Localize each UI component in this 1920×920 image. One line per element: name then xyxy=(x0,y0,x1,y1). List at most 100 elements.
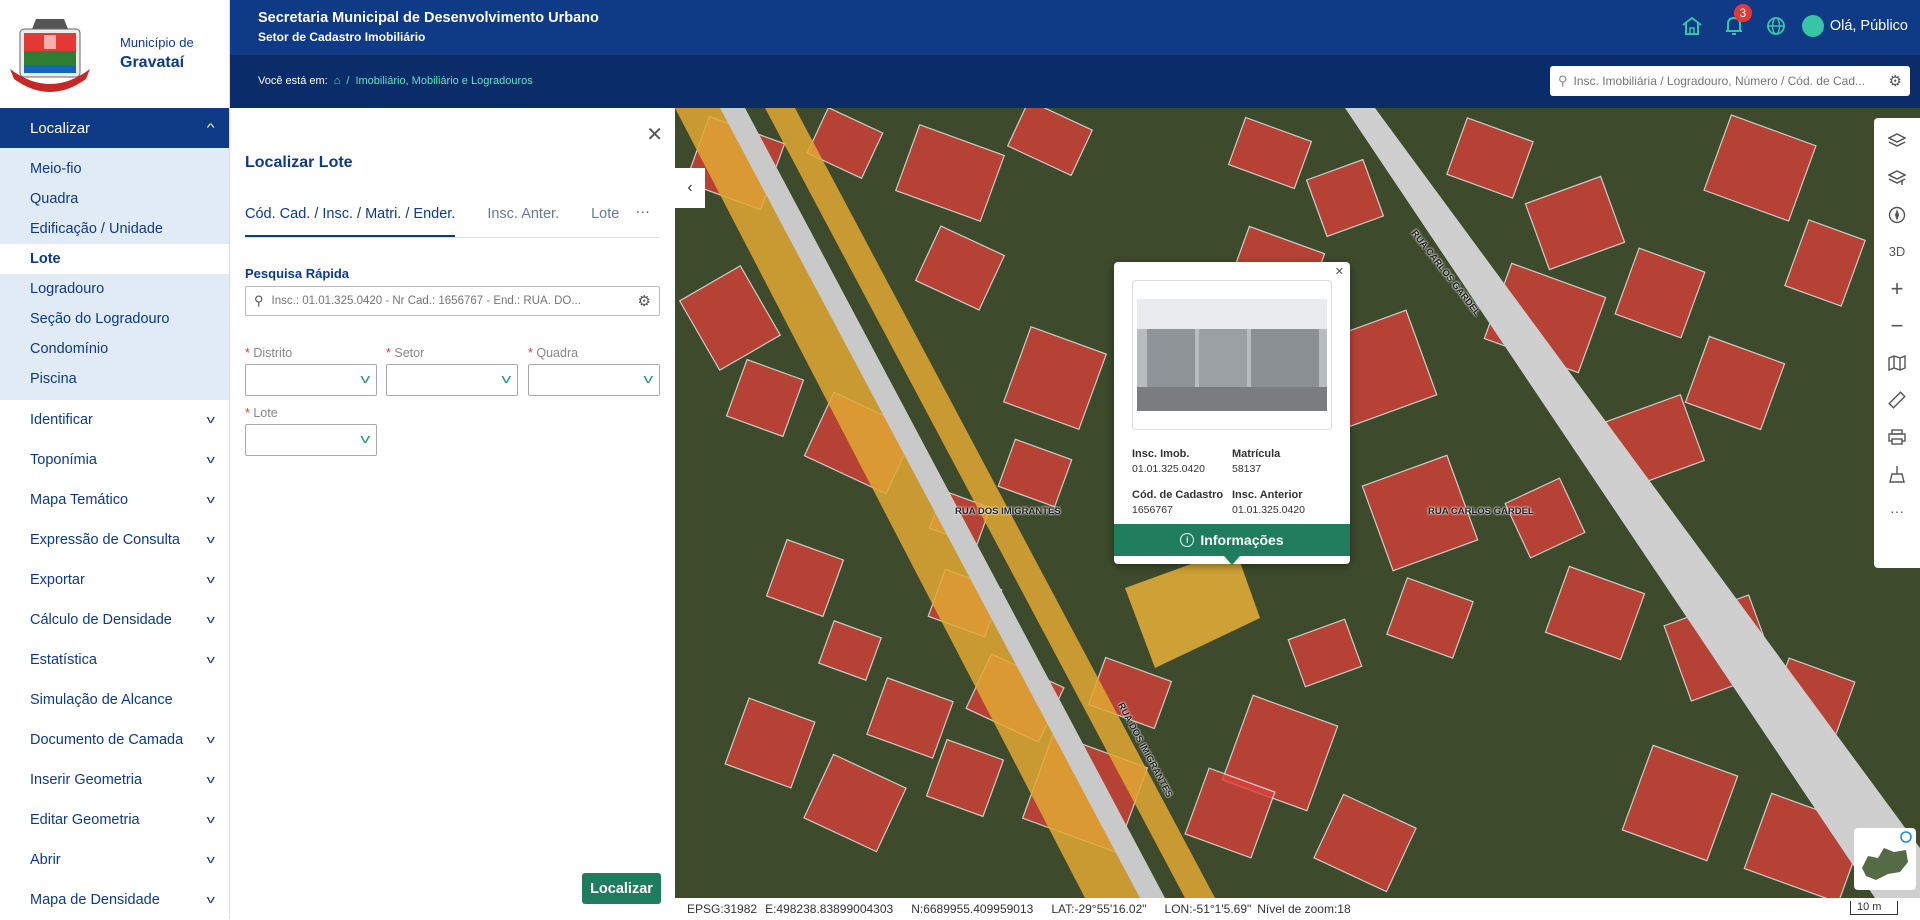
sidebar-item[interactable]: Abrir v xyxy=(0,840,229,880)
search-input[interactable] xyxy=(1573,74,1889,88)
map-view[interactable]: RUA DOS IMIGRANTES RUA DOS IMIGRANTES RU… xyxy=(675,108,1920,898)
setor-select[interactable]: v xyxy=(386,364,518,396)
zoom-out-icon[interactable]: − xyxy=(1874,307,1920,344)
broom-icon[interactable] xyxy=(1874,455,1920,492)
zoom-in-icon[interactable]: + xyxy=(1874,270,1920,307)
search-icon: ⚲ xyxy=(1558,73,1568,88)
breadcrumb: Você está em: ⌂ / Imobiliário, Mobiliári… xyxy=(258,75,533,87)
sidebar-item-label: Exportar xyxy=(30,572,85,588)
setor-label: * Setor xyxy=(386,346,425,360)
sidebar-item[interactable]: Toponímia v xyxy=(0,440,229,480)
insc-imob-value: 01.01.325.0420 xyxy=(1132,463,1205,475)
municipality-name: Gravataí xyxy=(120,53,185,71)
quick-search-input[interactable] xyxy=(271,295,638,307)
header-subtitle: Setor de Cadastro Imobiliário xyxy=(258,30,426,44)
compass-icon[interactable] xyxy=(1874,196,1920,233)
distrito-label: * Distrito xyxy=(245,346,293,360)
sidebar-item-label: Inserir Geometria xyxy=(30,772,143,788)
sidebar-item[interactable]: Editar Geometria v xyxy=(0,800,229,840)
sidebar-item[interactable]: Documento de Camada v xyxy=(0,720,229,760)
sidebar-item-label: Simulação de Alcance xyxy=(30,692,173,708)
municipality-logo[interactable] xyxy=(6,13,94,95)
sidebar-subitem[interactable]: Edificação / Unidade xyxy=(0,214,229,244)
sidebar-subitem[interactable]: Quadra xyxy=(0,184,229,214)
street-label: RUA DOS IMIGRANTES xyxy=(955,506,1061,517)
gear-icon[interactable]: ⚙ xyxy=(638,292,651,310)
sidebar-item[interactable]: Mapa Temático v xyxy=(0,480,229,520)
chevron-down-icon: v xyxy=(206,454,215,466)
gear-icon[interactable]: ⚙ xyxy=(1889,72,1902,90)
collapse-panel-button[interactable]: ‹ xyxy=(675,168,705,208)
tab-insc-anter[interactable]: Insc. Anter. xyxy=(487,206,559,237)
sidebar: Município de Gravataí Localizar ^ Meio-f… xyxy=(0,0,230,919)
feature-popup: ✕ Insc. Imob. 01.01.325.0420 Matrícula 5… xyxy=(1114,262,1350,565)
layers-add-icon[interactable] xyxy=(1874,159,1920,196)
sidebar-item[interactable]: Exportar v xyxy=(0,560,229,600)
sidebar-item-label: Identificar xyxy=(30,412,93,428)
informacoes-label: Informações xyxy=(1200,532,1284,548)
chevron-down-icon: v xyxy=(206,654,215,666)
longitude-readout: LON:-51°1'5.69" xyxy=(1164,901,1252,916)
localizar-button[interactable]: Localizar xyxy=(582,873,661,904)
chevron-down-icon: v xyxy=(500,371,511,386)
chevron-down-icon: v xyxy=(206,574,215,586)
ruler-icon[interactable] xyxy=(1874,381,1920,418)
insc-anterior-label: Insc. Anterior xyxy=(1232,489,1303,501)
sidebar-item-label: Mapa de Densidade xyxy=(30,892,160,908)
sidebar-subitem[interactable]: Piscina xyxy=(0,364,229,394)
quick-search-box: ⚲ ⚙ xyxy=(245,286,660,316)
more-icon[interactable]: ··· xyxy=(636,204,651,220)
close-icon[interactable]: ✕ xyxy=(1335,265,1344,278)
close-icon[interactable]: ✕ xyxy=(646,122,663,147)
sidebar-item[interactable]: Cálculo de Densidade v xyxy=(0,600,229,640)
home-icon[interactable] xyxy=(1676,10,1708,42)
home-icon[interactable]: ⌂ xyxy=(334,75,341,87)
latitude-readout: LAT:-29°55'16.02" xyxy=(1051,901,1147,916)
distrito-select[interactable]: v xyxy=(245,364,377,396)
sidebar-subitem[interactable]: Condomínio xyxy=(0,334,229,364)
print-icon[interactable] xyxy=(1874,418,1920,455)
lote-select[interactable]: v xyxy=(245,424,377,456)
user-greeting: Olá, Público xyxy=(1829,18,1908,34)
sidebar-subitem[interactable]: Seção do Logradouro xyxy=(0,304,229,334)
avatar xyxy=(1801,15,1824,37)
epsg-readout: EPSG:31982 xyxy=(687,901,758,916)
quadra-select[interactable]: v xyxy=(528,364,660,396)
bell-icon[interactable]: 3 xyxy=(1718,4,1752,42)
sidebar-item[interactable]: Inserir Geometria v xyxy=(0,760,229,800)
menu-localizar-label: Localizar xyxy=(30,119,91,137)
3d-button[interactable]: 3D xyxy=(1874,233,1920,270)
globe-icon[interactable] xyxy=(1760,10,1792,42)
tab-lote[interactable]: Lote xyxy=(591,206,619,237)
sidebar-subitem[interactable]: Lote xyxy=(0,244,229,274)
sidebar-item[interactable]: Identificar v xyxy=(0,400,229,440)
breadcrumb-current[interactable]: Imobiliário, Mobiliário e Logradouros xyxy=(355,75,532,87)
lot-photo[interactable] xyxy=(1132,280,1332,430)
sidebar-item[interactable]: Mapa de Densidade v xyxy=(0,880,229,920)
sidebar-subitem[interactable]: Meio-fio xyxy=(0,154,229,184)
sidebar-item-label: Cálculo de Densidade xyxy=(30,612,172,628)
notification-badge: 3 xyxy=(1733,4,1752,22)
info-icon: i xyxy=(1180,533,1195,547)
breadcrumb-bar: Você está em: ⌂ / Imobiliário, Mobiliári… xyxy=(230,55,1920,108)
map-icon[interactable] xyxy=(1874,344,1920,381)
chevron-down-icon: v xyxy=(206,614,215,626)
more-icon[interactable]: ··· xyxy=(1874,492,1920,529)
sidebar-subitem[interactable]: Logradouro xyxy=(0,274,229,304)
menu-localizar[interactable]: Localizar ^ xyxy=(0,108,229,148)
chevron-down-icon: v xyxy=(359,371,370,386)
chevron-down-icon: v xyxy=(206,414,215,426)
layers-icon[interactable] xyxy=(1874,122,1920,159)
chevron-down-icon: v xyxy=(206,534,215,546)
sidebar-item[interactable]: Simulação de Alcance xyxy=(0,680,229,720)
scale-bar: 10 m xyxy=(1850,901,1898,915)
minimap[interactable] xyxy=(1854,828,1916,890)
tab-cod-cad[interactable]: Cód. Cad. / Insc. / Matri. / Ender. xyxy=(245,206,456,237)
sidebar-item[interactable]: Estatística v xyxy=(0,640,229,680)
informacoes-button[interactable]: i Informações xyxy=(1114,524,1350,556)
sidebar-item[interactable]: Expressão de Consulta v xyxy=(0,520,229,560)
easting-readout: E:498238.83899004303 xyxy=(765,901,894,916)
user-menu[interactable]: Olá, Público xyxy=(1801,15,1908,37)
header: Secretaria Municipal de Desenvolvimento … xyxy=(230,0,1920,55)
quick-search-label: Pesquisa Rápida xyxy=(245,266,350,281)
